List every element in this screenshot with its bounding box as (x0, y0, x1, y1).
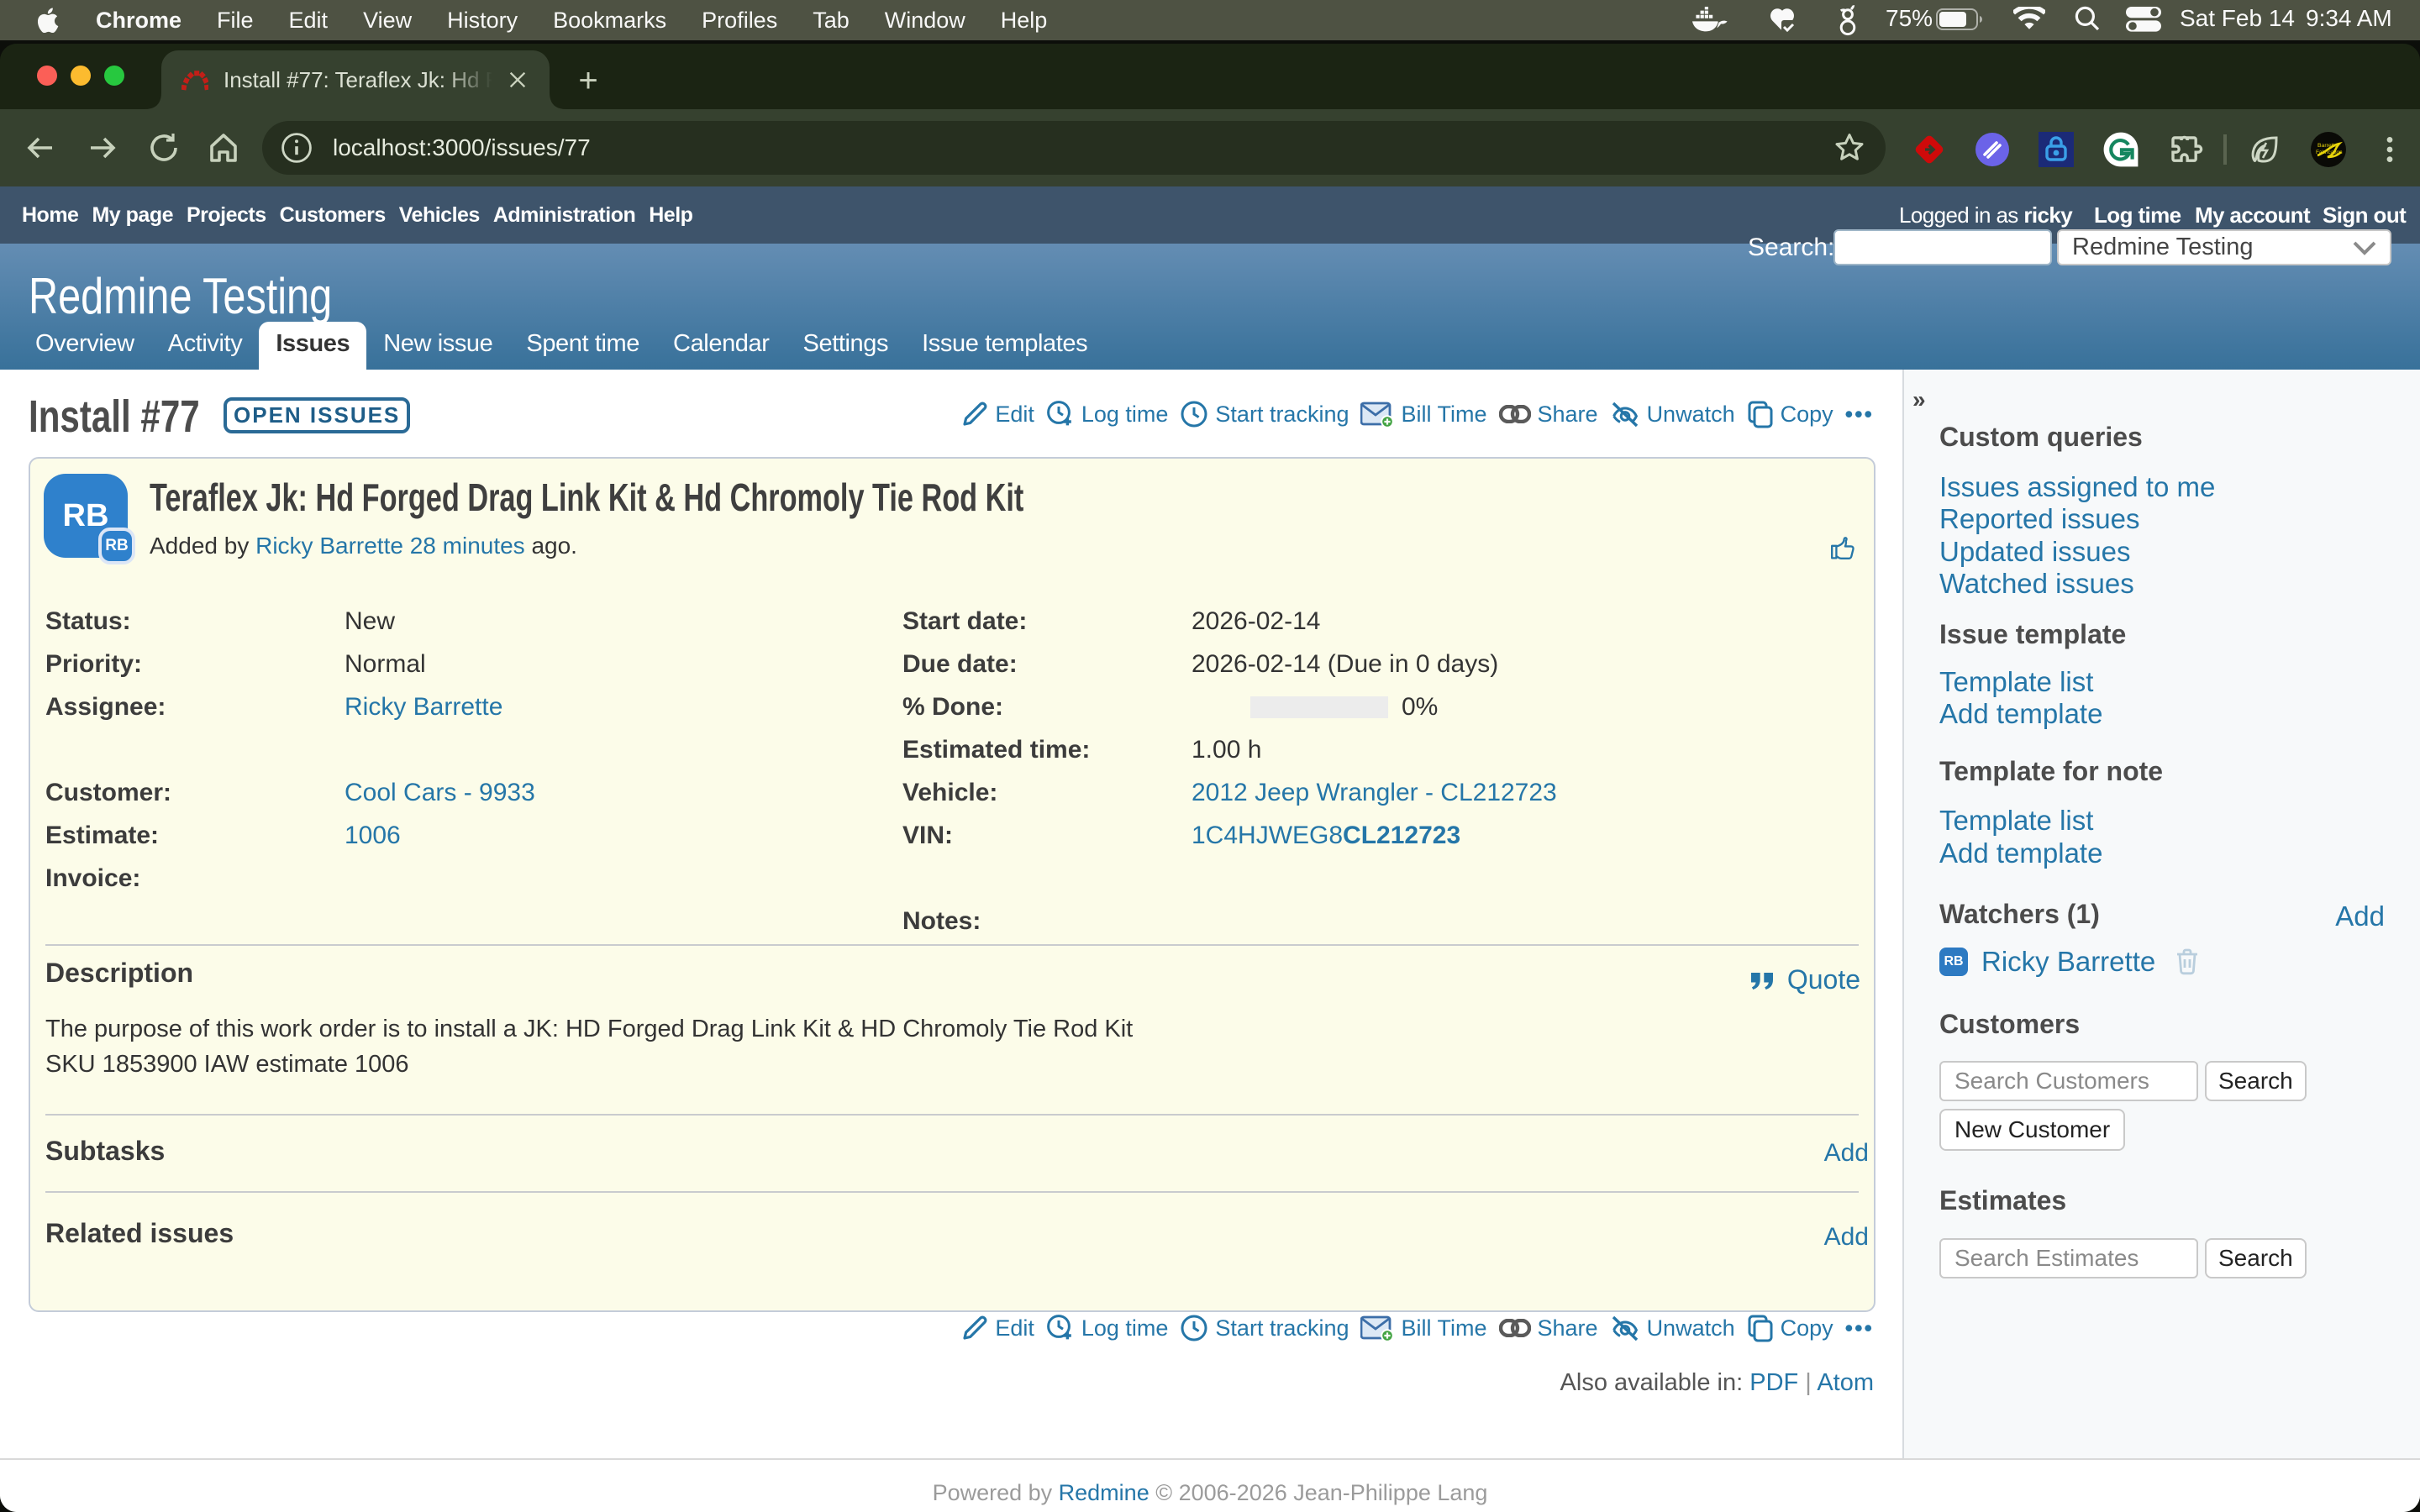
svg-text:Barrette: Barrette (2317, 143, 2338, 149)
svg-text:Fabrication: Fabrication (2316, 150, 2343, 155)
